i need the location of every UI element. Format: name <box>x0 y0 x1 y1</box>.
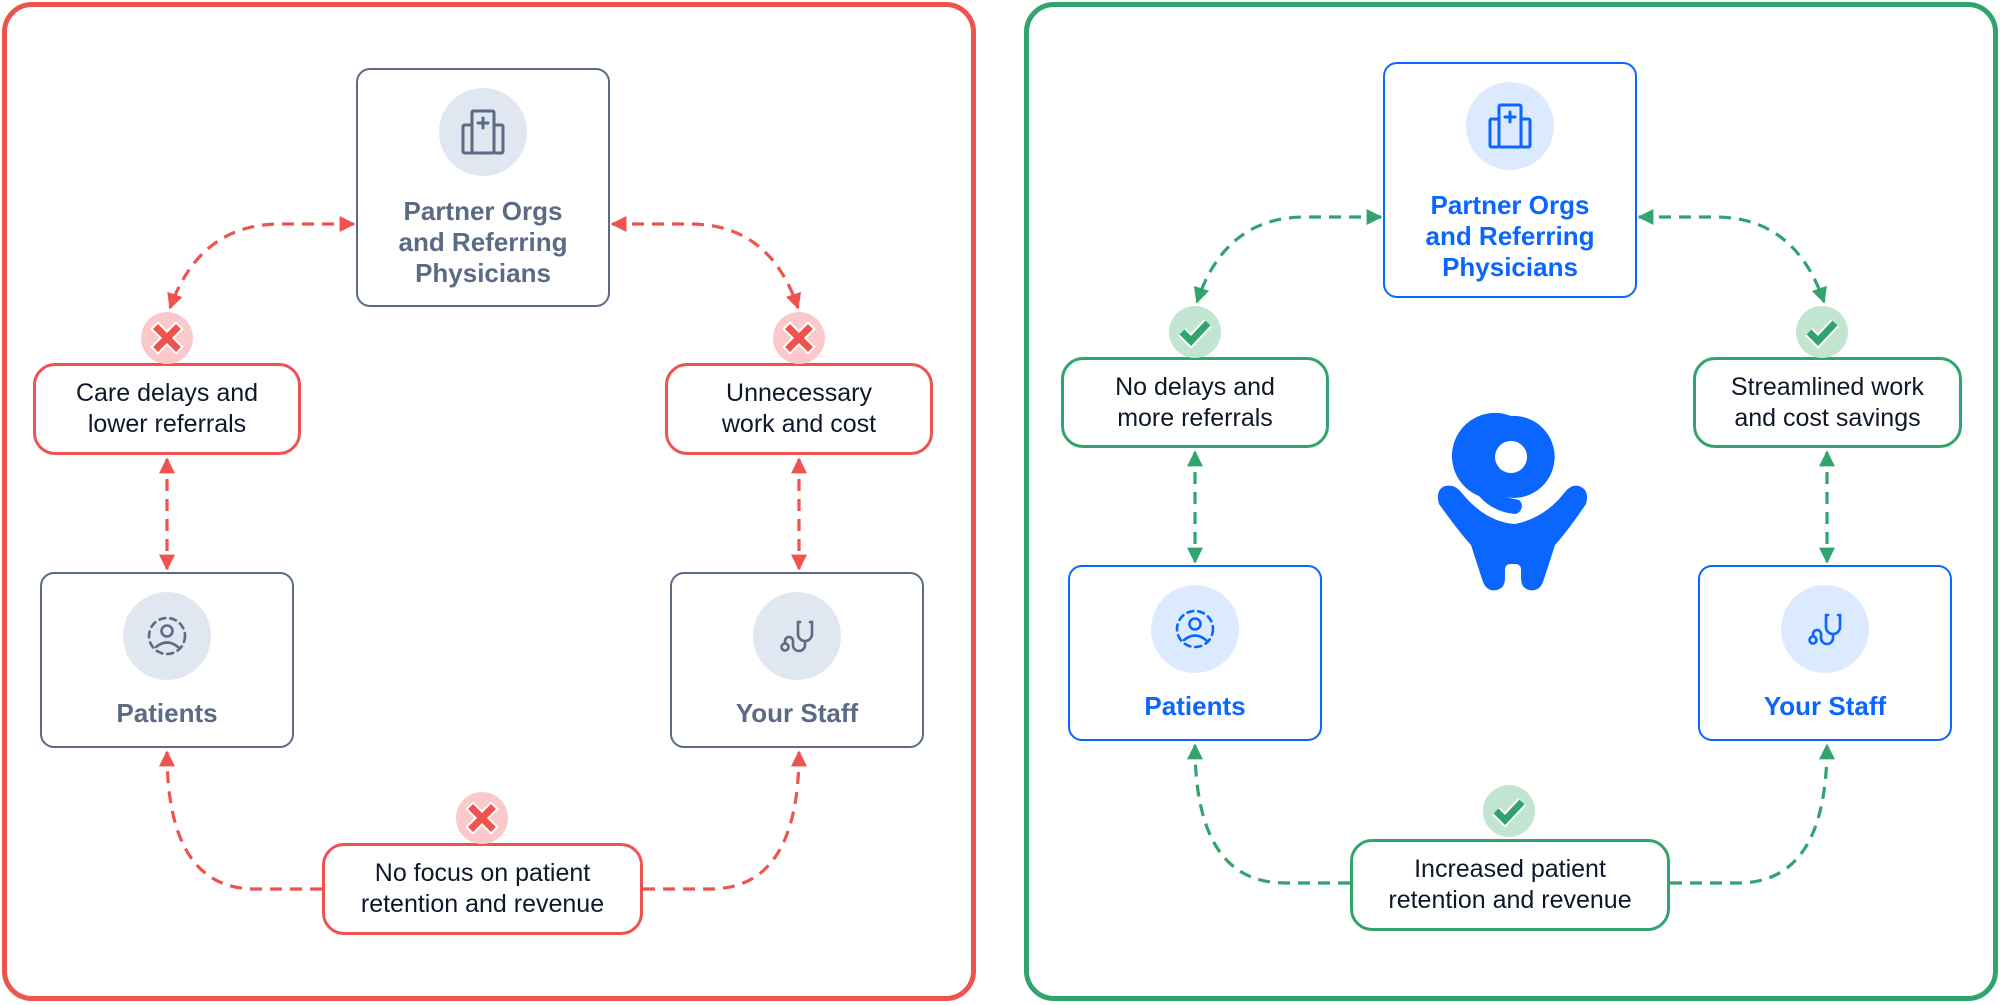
outcome-line: retention and revenue <box>1388 886 1632 914</box>
check-badge-bottom <box>1483 785 1535 837</box>
title-line: and Referring <box>1425 221 1595 251</box>
check-icon <box>1805 319 1839 349</box>
before-outcome-bottom: No focus on patient retention and revenue <box>322 843 643 935</box>
before-patients-title: Patients <box>116 698 218 728</box>
before-staff-node: Your Staff <box>670 572 924 748</box>
patient-icon <box>147 616 187 656</box>
stethoscope-icon <box>780 620 814 653</box>
stethoscope-icon-circle <box>1781 585 1869 673</box>
patient-icon-circle <box>1151 585 1239 673</box>
hospital-icon <box>461 109 505 155</box>
stethoscope-icon-circle <box>753 592 841 680</box>
after-staff-node: Your Staff <box>1698 565 1952 741</box>
outcome-line: lower referrals <box>87 410 247 438</box>
before-outcome-left: Care delays and lower referrals <box>33 363 301 455</box>
outcome-line: more referrals <box>1117 403 1273 432</box>
outcome-line: Increased patient <box>1414 855 1606 883</box>
before-partner-node: Partner Orgs and Referring Physicians <box>356 68 610 307</box>
outcome-line: and cost savings <box>1734 403 1921 432</box>
before-patients-node: Patients <box>40 572 294 748</box>
title-line: Physicians <box>415 258 551 288</box>
hospital-icon-circle <box>439 88 527 176</box>
x-icon <box>782 321 816 355</box>
patient-icon-circle <box>123 592 211 680</box>
after-staff-title: Your Staff <box>1763 691 1887 721</box>
hospital-icon <box>1488 103 1532 149</box>
check-badge-left <box>1169 306 1221 358</box>
before-outcome-right: Unnecessary work and cost <box>665 363 933 455</box>
brand-logo-icon <box>1437 412 1588 591</box>
title-line: Physicians <box>1442 252 1578 282</box>
after-partner-title: Partner Orgs and Referring Physicians <box>1425 190 1594 283</box>
after-outcome-right: Streamlined work and cost savings <box>1693 357 1962 448</box>
after-outcome-left: No delays and more referrals <box>1061 357 1329 448</box>
stethoscope-icon <box>1808 613 1842 646</box>
check-badge-right <box>1796 306 1848 358</box>
x-badge-right <box>773 312 825 364</box>
title-line: Partner Orgs <box>403 196 563 226</box>
outcome-line: retention and revenue <box>360 890 605 918</box>
patient-icon <box>1175 609 1215 649</box>
after-outcome-bottom: Increased patient retention and revenue <box>1350 839 1670 931</box>
outcome-line: work and cost <box>721 410 877 438</box>
after-patients-title: Patients <box>1144 691 1246 721</box>
outcome-line: Unnecessary <box>726 379 872 407</box>
x-badge-left <box>141 312 193 364</box>
x-icon <box>150 321 184 355</box>
outcome-line: No delays and <box>1115 372 1275 401</box>
outcome-line: Streamlined work <box>1730 372 1925 401</box>
check-icon <box>1492 798 1526 828</box>
after-partner-node: Partner Orgs and Referring Physicians <box>1383 62 1637 298</box>
before-staff-title: Your Staff <box>735 698 859 728</box>
after-patients-node: Patients <box>1068 565 1322 741</box>
x-badge-bottom <box>456 792 508 844</box>
title-line: Partner Orgs <box>1430 190 1590 220</box>
x-icon <box>465 801 499 835</box>
check-icon <box>1178 319 1212 349</box>
before-partner-title: Partner Orgs and Referring Physicians <box>398 196 567 289</box>
outcome-line: Care delays and <box>75 379 259 407</box>
hospital-icon-circle <box>1466 82 1554 170</box>
title-line: and Referring <box>398 227 568 257</box>
outcome-line: No focus on patient <box>374 859 591 887</box>
